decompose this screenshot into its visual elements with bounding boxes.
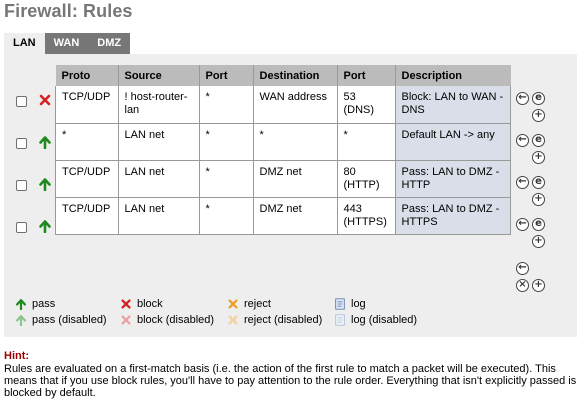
cell-description: Default LAN -> any: [395, 123, 511, 161]
cell-source-port: *: [199, 197, 254, 235]
reject-disabled-icon: [228, 315, 238, 325]
block-icon: [121, 299, 131, 309]
header-description: Description: [395, 65, 511, 86]
legend-log: log: [334, 298, 366, 310]
tab-bar: LAN WAN DMZ: [4, 33, 131, 54]
header-destination: Destination: [253, 65, 338, 86]
table-header-row: Proto Source Port Destination Port Descr…: [55, 65, 511, 86]
cell-source: ! host-router-lan: [118, 86, 200, 124]
move-to-end-icon[interactable]: ←: [516, 262, 529, 275]
table-row[interactable]: * LAN net * * * Default LAN -> any: [55, 123, 511, 161]
cell-description: Pass: LAN to DMZ - HTTP: [395, 160, 511, 198]
row-checkbox[interactable]: [16, 138, 27, 149]
rules-table: Proto Source Port Destination Port Descr…: [55, 65, 511, 235]
tab-wan[interactable]: WAN: [44, 33, 89, 54]
move-before-icon[interactable]: ←: [516, 134, 529, 147]
cell-destination-port: *: [337, 123, 396, 161]
header-source-port: Port: [199, 65, 254, 86]
move-before-icon[interactable]: ←: [516, 218, 529, 231]
row-actions: ← e +: [516, 218, 556, 258]
edit-icon[interactable]: e: [532, 92, 545, 105]
cell-destination: DMZ net: [253, 160, 338, 198]
legend-label: log (disabled): [351, 314, 418, 326]
pass-icon: [16, 299, 26, 310]
reject-icon: [228, 299, 238, 309]
cell-destination-port: 53 (DNS): [337, 86, 396, 124]
row-actions: ← e +: [516, 134, 556, 174]
tab-lan[interactable]: LAN: [4, 33, 45, 54]
legend-block-disabled: block (disabled): [120, 314, 214, 326]
legend-label: pass (disabled): [32, 314, 107, 326]
legend-block: block: [120, 298, 163, 310]
header-destination-port: Port: [337, 65, 396, 86]
cell-source: LAN net: [118, 123, 200, 161]
cell-proto: TCP/UDP: [55, 197, 119, 235]
cell-destination: WAN address: [253, 86, 338, 124]
legend-pass: pass: [15, 298, 55, 310]
cell-source: LAN net: [118, 160, 200, 198]
row-actions: ← e +: [516, 92, 556, 132]
cell-destination: *: [253, 123, 338, 161]
pass-icon[interactable]: [38, 219, 52, 233]
legend-label: block: [137, 298, 163, 310]
block-disabled-icon: [121, 315, 131, 325]
block-icon[interactable]: [38, 93, 52, 107]
cell-description: Block: LAN to WAN - DNS: [395, 86, 511, 124]
row-checkbox[interactable]: [16, 96, 27, 107]
edit-icon[interactable]: e: [532, 134, 545, 147]
add-icon[interactable]: +: [532, 235, 545, 248]
cell-source: LAN net: [118, 197, 200, 235]
table-row[interactable]: TCP/UDP ! host-router-lan * WAN address …: [55, 86, 511, 124]
header-source: Source: [118, 65, 200, 86]
legend-label: reject (disabled): [244, 314, 323, 326]
table-row[interactable]: TCP/UDP LAN net * DMZ net 443 (HTTPS) Pa…: [55, 197, 511, 235]
legend-reject: reject: [227, 298, 271, 310]
cell-source-port: *: [199, 160, 254, 198]
hint-text: Rules are evaluated on a first-match bas…: [4, 363, 577, 399]
legend-label: reject: [244, 298, 271, 310]
row-checkbox[interactable]: [16, 180, 27, 191]
add-rule-icon[interactable]: +: [532, 279, 545, 292]
header-proto: Proto: [55, 65, 119, 86]
delete-icon[interactable]: ×: [516, 279, 529, 292]
table-row[interactable]: TCP/UDP LAN net * DMZ net 80 (HTTP) Pass…: [55, 160, 511, 198]
cell-destination-port: 443 (HTTPS): [337, 197, 396, 235]
tab-dmz[interactable]: DMZ: [88, 33, 131, 54]
pass-disabled-icon: [16, 315, 26, 326]
hint-title: Hint:: [4, 350, 30, 362]
add-icon[interactable]: +: [532, 151, 545, 164]
add-icon[interactable]: +: [532, 193, 545, 206]
cell-proto: TCP/UDP: [55, 86, 119, 124]
cell-description: Pass: LAN to DMZ - HTTPS: [395, 197, 511, 235]
edit-icon[interactable]: e: [532, 176, 545, 189]
legend-reject-disabled: reject (disabled): [227, 314, 322, 326]
add-icon[interactable]: +: [532, 109, 545, 122]
cell-proto: *: [55, 123, 119, 161]
pass-icon[interactable]: [38, 177, 52, 191]
page-title: Firewall: Rules: [4, 1, 133, 21]
legend-label: log: [351, 298, 366, 310]
row-checkbox[interactable]: [16, 222, 27, 233]
cell-destination: DMZ net: [253, 197, 338, 235]
pass-icon[interactable]: [38, 135, 52, 149]
legend-label: block (disabled): [137, 314, 215, 326]
log-disabled-icon: [335, 314, 345, 326]
log-icon: [335, 298, 345, 310]
move-before-icon[interactable]: ←: [516, 92, 529, 105]
legend-label: pass: [32, 298, 56, 310]
cell-proto: TCP/UDP: [55, 160, 119, 198]
move-before-icon[interactable]: ←: [516, 176, 529, 189]
row-actions: ← e +: [516, 176, 556, 216]
cell-source-port: *: [199, 123, 254, 161]
legend-pass-disabled: pass (disabled): [15, 314, 107, 326]
cell-destination-port: 80 (HTTP): [337, 160, 396, 198]
cell-source-port: *: [199, 86, 254, 124]
table-actions: ← × +: [516, 262, 556, 302]
edit-icon[interactable]: e: [532, 218, 545, 231]
legend-log-disabled: log (disabled): [334, 314, 417, 326]
